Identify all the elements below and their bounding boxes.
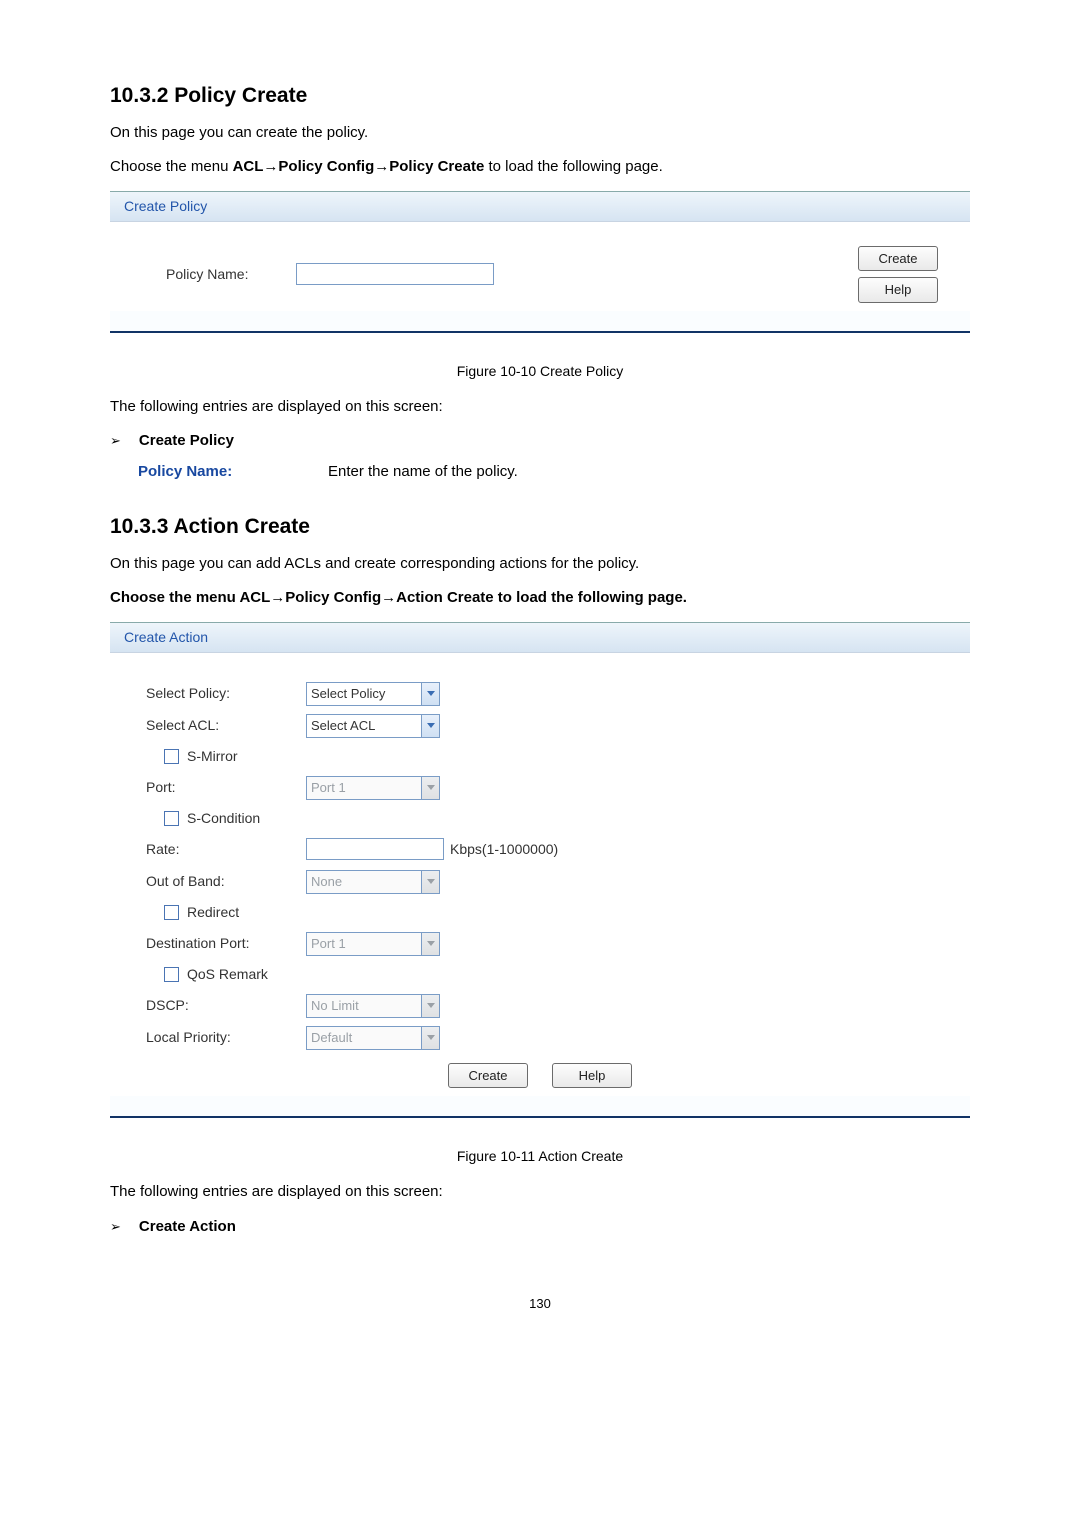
section-heading-action-create: 10.3.3 Action Create [110,511,970,543]
port-label: Port: [136,777,306,798]
destination-port-value: Port 1 [307,934,421,954]
bullet-create-policy: Create Policy [139,430,234,453]
help-button[interactable]: Help [552,1063,632,1089]
create-action-panel-title: Create Action [110,623,970,653]
def-term-policy-name: Policy Name: [138,461,328,484]
create-policy-panel-title: Create Policy [110,192,970,222]
select-acl-value: Select ACL [307,716,421,736]
chevron-down-icon [421,871,439,893]
local-priority-label: Local Priority: [136,1027,306,1048]
create-action-panel: Create Action Select Policy: Select Poli… [110,622,970,1119]
chevron-down-icon [421,777,439,799]
create-button[interactable]: Create [448,1063,528,1089]
port-value: Port 1 [307,778,421,798]
entries-intro-1: The following entries are displayed on t… [110,396,970,419]
page-number: 130 [110,1294,970,1314]
rate-label: Rate: [136,839,306,860]
nav-suffix: to load the following page. [484,158,662,175]
bullet-icon: ➢ [110,1217,121,1237]
s-condition-checkbox[interactable] [164,811,179,826]
destination-port-label: Destination Port: [136,933,306,954]
chevron-down-icon [421,715,439,737]
chevron-down-icon [421,933,439,955]
policy-name-input[interactable] [296,263,494,285]
out-of-band-dropdown[interactable]: None [306,870,440,894]
figure-caption-10-10: Figure 10-10 Create Policy [110,361,970,382]
dscp-value: No Limit [307,996,421,1016]
out-of-band-value: None [307,872,421,892]
def-desc-policy-name: Enter the name of the policy. [328,461,518,484]
select-acl-label: Select ACL: [136,715,306,736]
chevron-down-icon [421,995,439,1017]
action-create-intro: On this page you can add ACLs and create… [110,553,970,576]
qos-remark-label: QoS Remark [187,964,268,985]
chevron-down-icon [421,683,439,705]
create-policy-panel: Create Policy Policy Name: Create Help [110,191,970,333]
entries-intro-2: The following entries are displayed on t… [110,1181,970,1204]
dscp-label: DSCP: [136,995,306,1016]
create-button[interactable]: Create [858,246,938,272]
out-of-band-label: Out of Band: [136,871,306,892]
bullet-create-action: Create Action [139,1216,236,1239]
select-policy-dropdown[interactable]: Select Policy [306,682,440,706]
select-acl-dropdown[interactable]: Select ACL [306,714,440,738]
redirect-label: Redirect [187,902,239,923]
qos-remark-checkbox[interactable] [164,967,179,982]
bullet-icon: ➢ [110,431,121,451]
s-condition-label: S-Condition [187,808,260,829]
destination-port-dropdown[interactable]: Port 1 [306,932,440,956]
s-mirror-label: S-Mirror [187,746,238,767]
section-heading-policy-create: 10.3.2 Policy Create [110,80,970,112]
help-button[interactable]: Help [858,277,938,303]
local-priority-dropdown[interactable]: Default [306,1026,440,1050]
rate-unit: Kbps(1-1000000) [444,839,558,860]
redirect-checkbox[interactable] [164,905,179,920]
policy-create-nav: Choose the menu ACL→Policy Config→Policy… [110,156,970,179]
nav-prefix: Choose the menu [110,158,233,175]
select-policy-value: Select Policy [307,684,421,704]
local-priority-value: Default [307,1028,421,1048]
policy-name-label: Policy Name: [136,264,296,285]
action-create-nav: Choose the menu ACL→Policy Config→Action… [110,587,970,610]
port-dropdown[interactable]: Port 1 [306,776,440,800]
policy-create-intro: On this page you can create the policy. [110,122,970,145]
chevron-down-icon [421,1027,439,1049]
nav-path: ACL→Policy Config→Policy Create [233,158,485,175]
figure-caption-10-11: Figure 10-11 Action Create [110,1146,970,1167]
s-mirror-checkbox[interactable] [164,749,179,764]
dscp-dropdown[interactable]: No Limit [306,994,440,1018]
select-policy-label: Select Policy: [136,683,306,704]
rate-input[interactable] [306,838,444,860]
